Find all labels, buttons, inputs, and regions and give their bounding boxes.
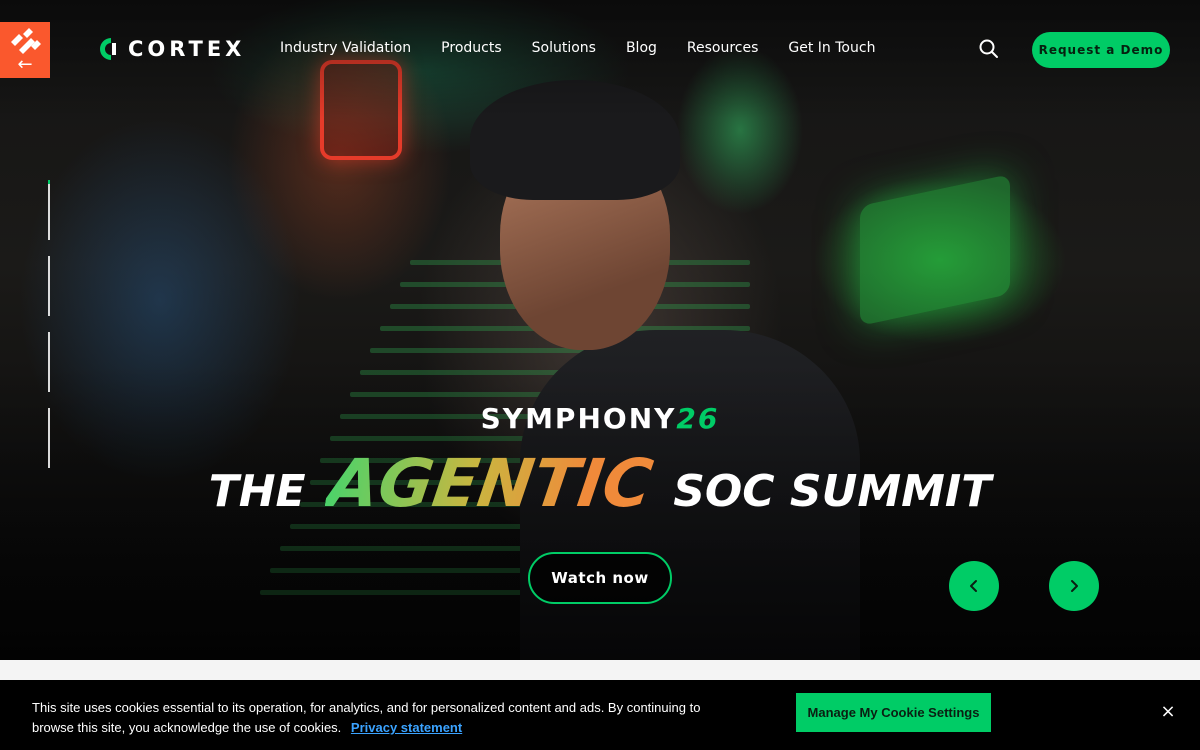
headline-the: THE [208,466,306,517]
event-name: SYMPHONY [480,402,677,435]
slide-indicator-1[interactable] [48,180,50,240]
cookie-banner-text: This site uses cookies essential to its … [32,698,732,738]
nav-item-get-in-touch[interactable]: Get In Touch [788,40,875,56]
cookie-settings-button[interactable]: Manage My Cookie Settings [796,693,991,732]
privacy-statement-link[interactable]: Privacy statement [351,720,462,735]
slide-indicator-2[interactable] [48,256,50,316]
nav-item-industry-validation[interactable]: Industry Validation [280,40,411,56]
back-arrow-icon: ← [17,54,33,75]
carousel-next-button[interactable] [1049,561,1099,611]
request-demo-button[interactable]: Request a Demo [1032,32,1170,68]
cortex-mark-icon [100,38,116,60]
event-number: 26 [676,402,720,435]
hero-headline: THE AGENTIC SOC SUMMIT [0,445,1200,522]
nav-item-resources[interactable]: Resources [687,40,759,56]
cortex-logo[interactable]: CORTEX [100,37,245,61]
event-title: SYMPHONY26 [0,402,1200,435]
page: ← CORTEX Industry Validation Products So… [0,0,1200,750]
brand-name: CORTEX [128,37,246,61]
search-icon [979,39,998,58]
palo-alto-networks-logo-icon [11,28,41,54]
chevron-left-icon [970,580,977,592]
headline-soc-summit: SOC SUMMIT [673,466,992,517]
parent-brand-badge[interactable]: ← [0,22,50,78]
headline-agentic: AGENTIC [322,445,657,522]
nav-item-blog[interactable]: Blog [626,40,657,56]
search-button[interactable] [978,38,1000,60]
chevron-right-icon [1071,580,1078,592]
nav-item-solutions[interactable]: Solutions [532,40,596,56]
watch-now-button[interactable]: Watch now [528,552,672,604]
carousel-prev-button[interactable] [949,561,999,611]
nav-item-products[interactable]: Products [441,40,501,56]
site-header: ← CORTEX Industry Validation Products So… [0,0,1200,100]
close-icon[interactable]: × [1158,702,1178,722]
content-section-top [0,660,1200,680]
slide-indicator-3[interactable] [48,332,50,392]
main-nav: Industry Validation Products Solutions B… [280,40,905,56]
